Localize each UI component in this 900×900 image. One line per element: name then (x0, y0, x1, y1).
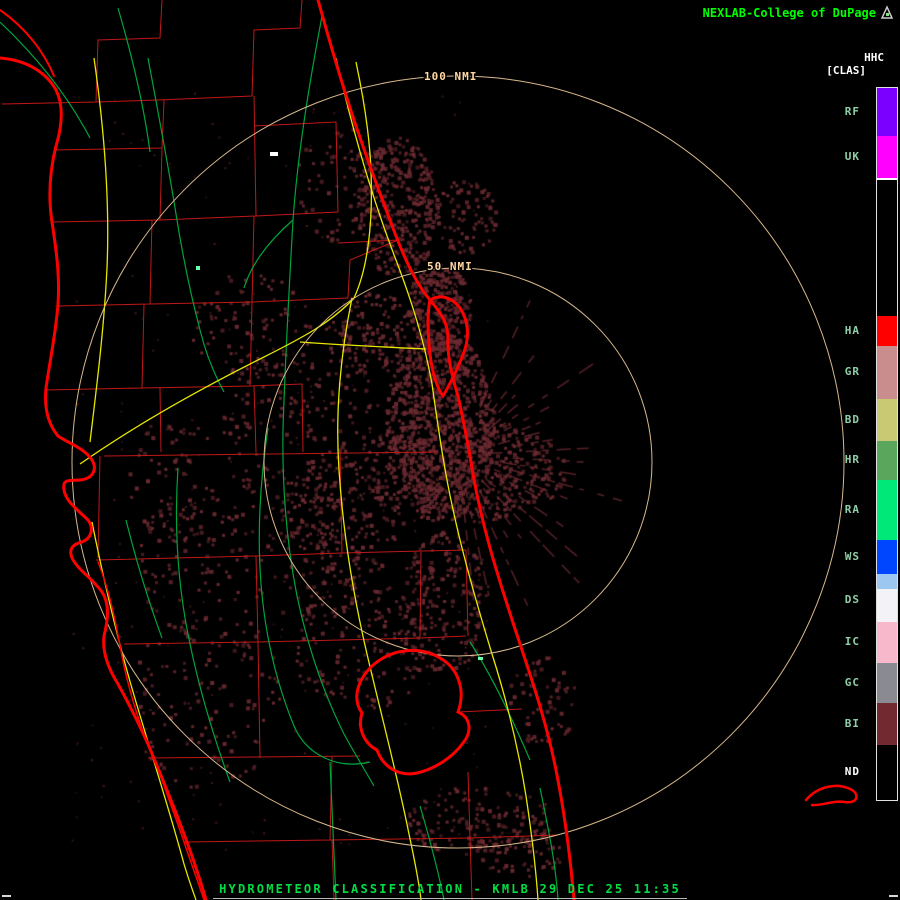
colorbar-seg-gc (877, 663, 897, 703)
county-boundaries (1, 0, 559, 900)
radar-display: 50 NMI 100 NMI NEXLAB-College of DuPage … (0, 0, 900, 900)
river-squiggle-se (804, 784, 858, 807)
legend-label-bi: BI (844, 717, 860, 730)
white-speck (270, 152, 278, 156)
legend-label-bd: BD (844, 413, 860, 426)
colorbar-seg-rf (877, 88, 897, 136)
range-ring-labels: 50 NMI 100 NMI (423, 69, 478, 275)
highways (79, 57, 539, 900)
range-ring-100nmi (71, 75, 845, 849)
legend-label-ds: DS (844, 593, 860, 606)
legend-label-ic: IC (844, 635, 860, 648)
range-rings (71, 75, 845, 849)
bottom-right-tick (889, 895, 898, 897)
colorbar-seg-ic (877, 622, 897, 663)
legend-label-gc: GC (844, 676, 860, 689)
coastline (0, 0, 858, 900)
legend-label-gr: GR (844, 365, 860, 378)
colorbar-seg-ds (877, 589, 897, 622)
colorbar-seg-ha (877, 316, 897, 346)
atlantic-coast (316, 0, 576, 900)
legend-label-uk: UK (844, 150, 860, 163)
colorbar-seg-bi (877, 703, 897, 745)
product-title-bar: HYDROMETEOR CLASSIFICATION - KMLB 29 DEC… (0, 878, 900, 899)
colorbar-seg-ds-light (877, 574, 897, 589)
product-code-label: HHC (864, 51, 884, 64)
colorbar-seg-gr (877, 346, 897, 399)
colorbar-seg-ra (877, 480, 897, 540)
bottom-left-tick (2, 895, 11, 897)
range-ring-label-100: 100 NMI (424, 70, 477, 83)
colorbar-seg-uk (877, 136, 897, 178)
legend-label-hr: HR (844, 453, 860, 466)
map-specks (196, 152, 483, 660)
green-speck-2 (478, 657, 483, 660)
gulf-coast (0, 56, 208, 900)
range-ring-50nmi (263, 267, 653, 657)
colorbar-gap (877, 180, 897, 316)
colorbar-seg-bd (877, 399, 897, 441)
color-scale-bar (876, 87, 898, 801)
legend-label-rf: RF (844, 105, 860, 118)
legend-label-ws: WS (844, 550, 860, 563)
florida-map: 50 NMI 100 NMI (0, 0, 858, 900)
colorbar-seg-hr (877, 441, 897, 480)
product-title: HYDROMETEOR CLASSIFICATION - KMLB 29 DEC… (213, 882, 687, 899)
range-ring-label-50: 50 NMI (427, 260, 473, 273)
lake-okeechobee (355, 648, 471, 776)
legend-label-ha: HA (844, 324, 860, 337)
nw-coast-segment (0, 9, 55, 77)
attribution-text: NEXLAB-College of DuPage (702, 6, 876, 20)
green-speck-1 (196, 266, 200, 270)
nexlab-logo-icon (880, 5, 894, 19)
colorbar-seg-nd (877, 745, 897, 800)
product-class-label: [CLAS] (826, 64, 866, 77)
colorbar-seg-ws (877, 540, 897, 574)
legend-label-nd: ND (844, 765, 860, 778)
legend-label-ra: RA (844, 503, 860, 516)
